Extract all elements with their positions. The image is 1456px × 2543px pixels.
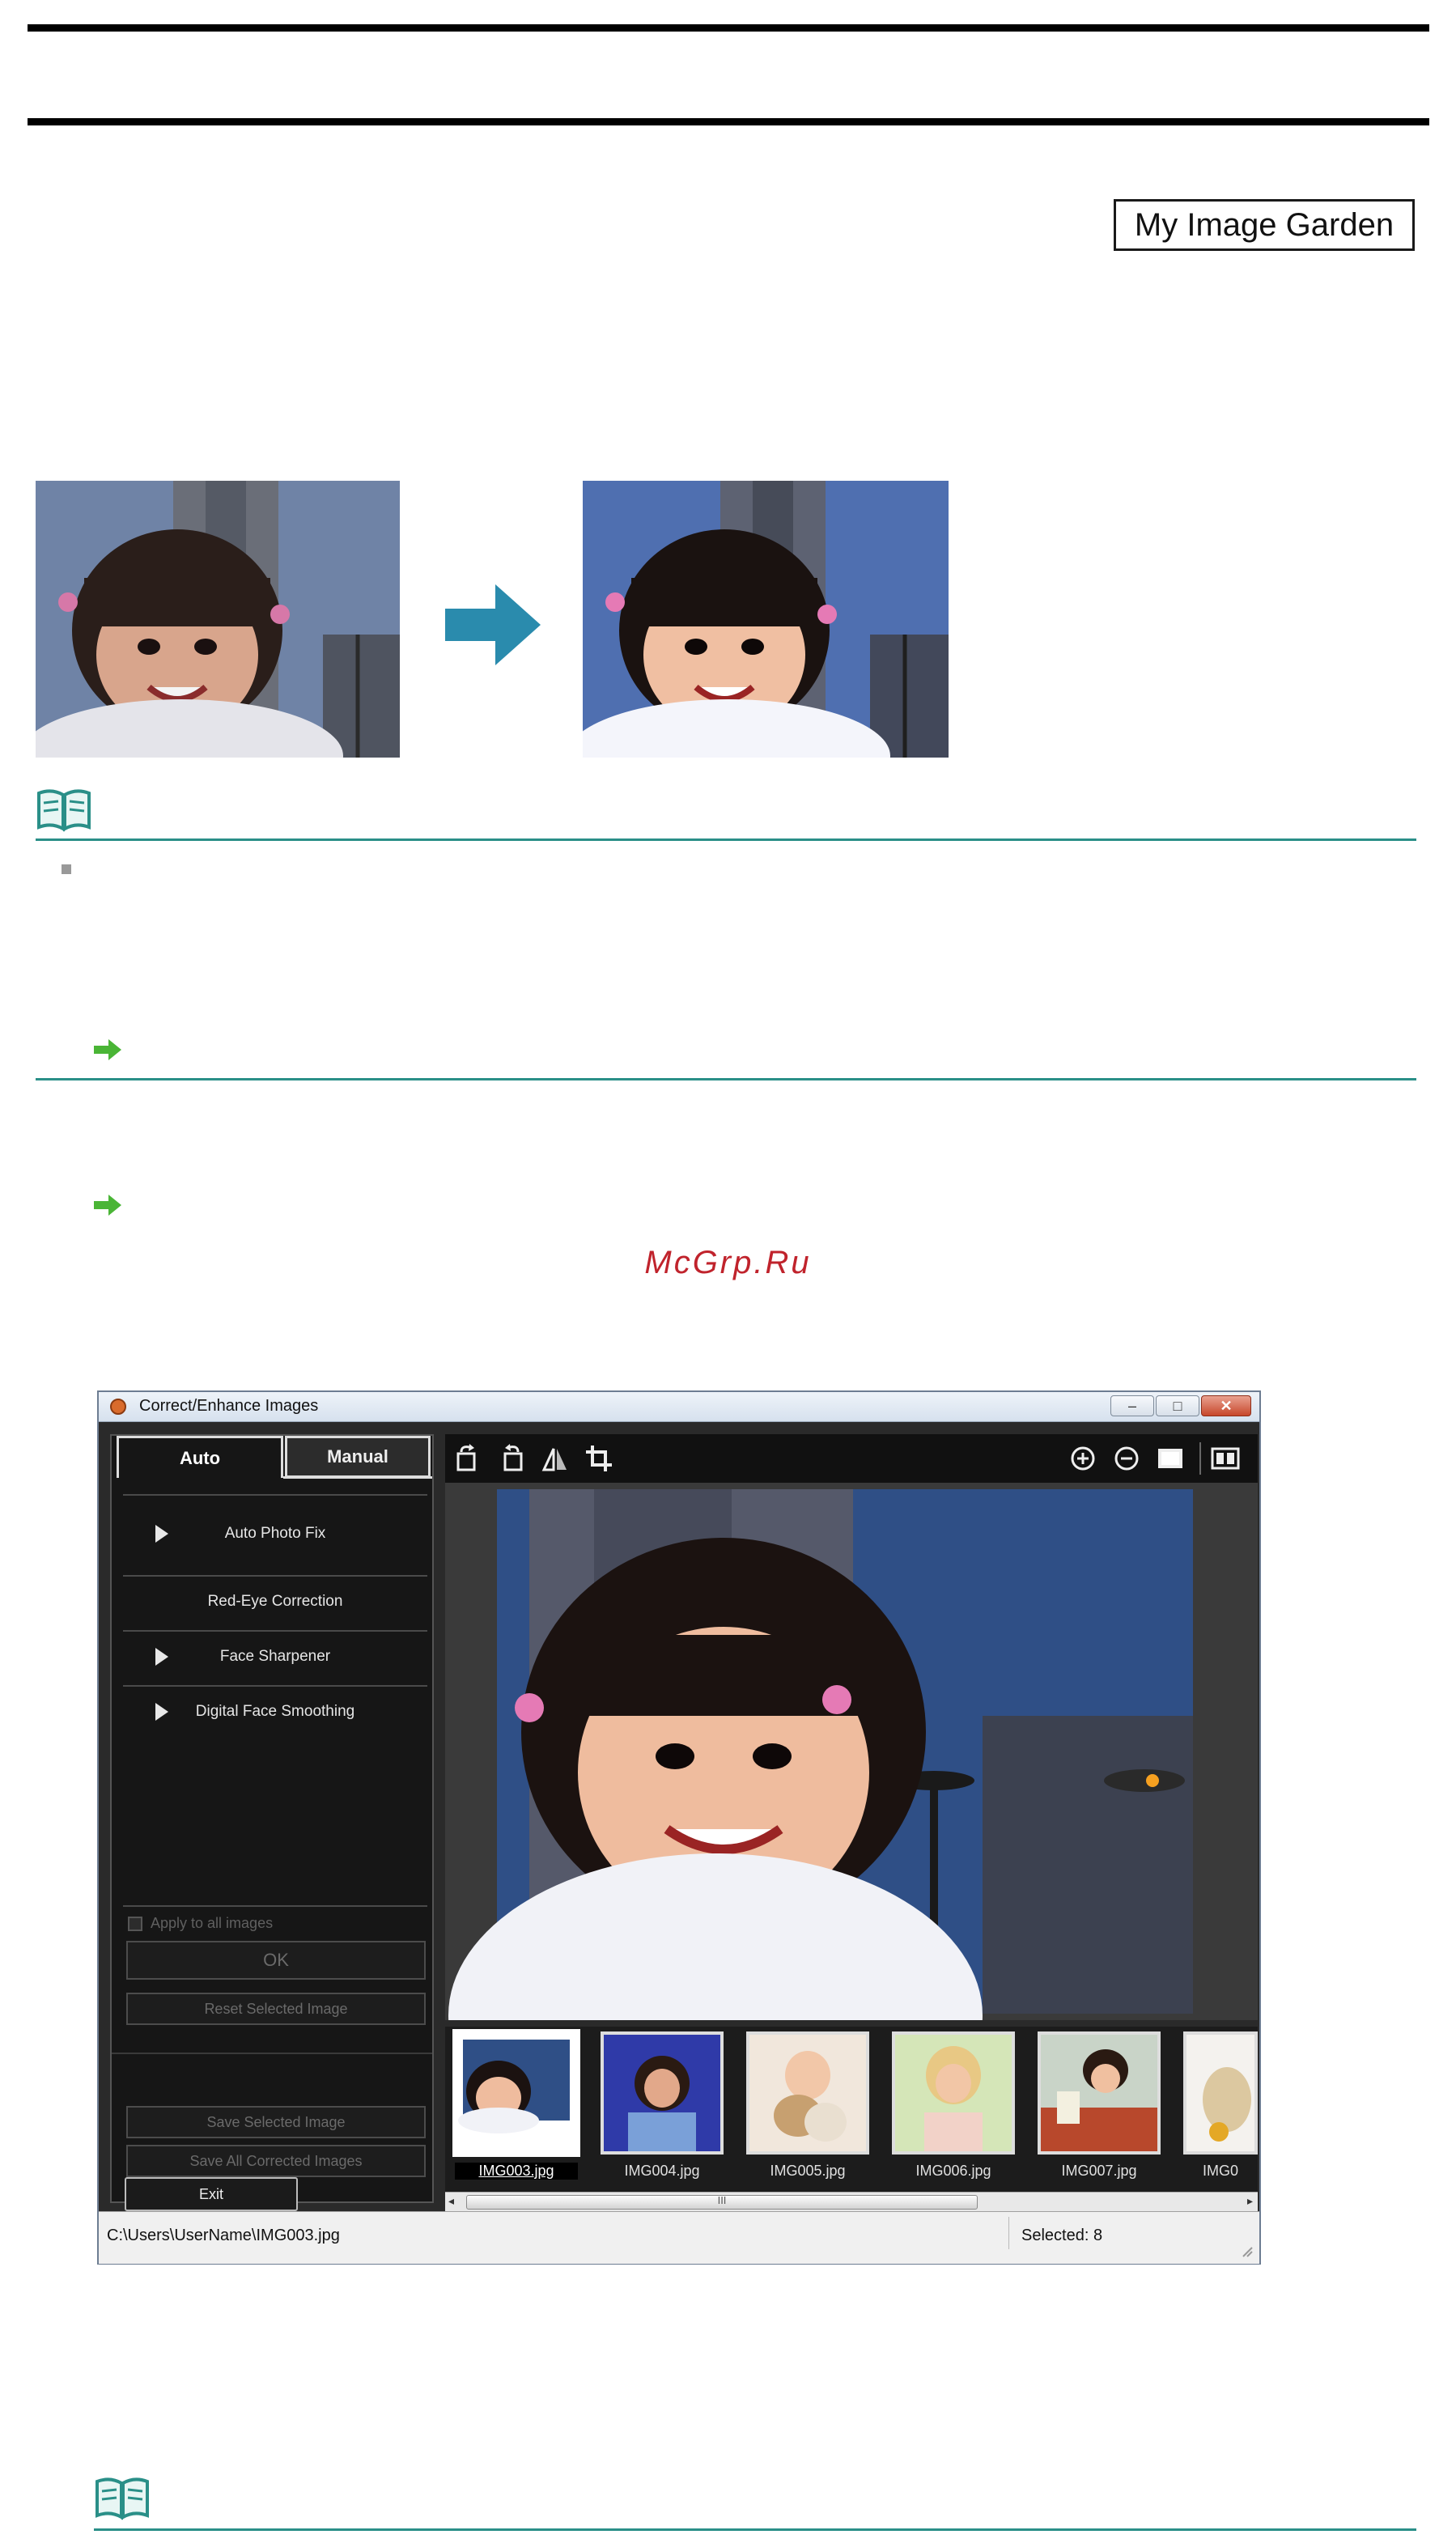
book-note-icon bbox=[94, 2475, 151, 2520]
digital-face-smoothing-item[interactable]: Digital Face Smoothing bbox=[123, 1687, 427, 1740]
thumbnail-label: IMG003.jpg bbox=[455, 2163, 578, 2180]
bullet-marker bbox=[62, 864, 71, 874]
right-arrow-icon bbox=[445, 584, 542, 665]
tab-auto[interactable]: Auto bbox=[117, 1436, 283, 1478]
save-selected-button[interactable]: Save Selected Image bbox=[126, 2106, 426, 2138]
thumbnail-label: IMG006.jpg bbox=[915, 2163, 991, 2179]
status-selected-count: Selected: 8 bbox=[1021, 2227, 1103, 2244]
top-rule bbox=[28, 24, 1429, 32]
note-top-rule bbox=[94, 2528, 1416, 2531]
scroll-left-arrow[interactable]: ◂ bbox=[448, 2194, 454, 2208]
face-sharpener-item[interactable]: Face Sharpener bbox=[123, 1632, 427, 1685]
thumbnail-scrollbar[interactable]: ◂ III ▸ bbox=[445, 2192, 1258, 2212]
rotate-left-icon[interactable] bbox=[453, 1444, 482, 1473]
resize-grip-icon[interactable] bbox=[1240, 2244, 1253, 2257]
flip-icon[interactable] bbox=[541, 1444, 570, 1473]
status-path: C:\Users\UserName\IMG003.jpg bbox=[107, 2227, 340, 2244]
apply-all-label: Apply to all images bbox=[151, 1915, 274, 1931]
header-rule bbox=[28, 118, 1429, 125]
ok-button[interactable]: OK bbox=[126, 1941, 426, 1980]
scroll-right-arrow[interactable]: ▸ bbox=[1247, 2194, 1253, 2208]
note-top-rule bbox=[36, 838, 1416, 841]
image-preview[interactable] bbox=[445, 1483, 1258, 2177]
thumbnail-img006[interactable] bbox=[892, 2031, 1015, 2155]
status-bar: C:\Users\UserName\IMG003.jpg Selected: 8 bbox=[99, 2211, 1259, 2264]
scrollbar-thumb[interactable]: III bbox=[466, 2194, 978, 2210]
correct-enhance-window: Correct/Enhance Images – □ ✕ Auto Manual… bbox=[97, 1390, 1261, 2265]
red-eye-correction-item[interactable]: Red-Eye Correction bbox=[123, 1577, 427, 1630]
reset-selected-button[interactable]: Reset Selected Image bbox=[126, 1993, 426, 2025]
toolbar-divider bbox=[1199, 1442, 1201, 1475]
auto-photo-fix-item[interactable]: Auto Photo Fix bbox=[123, 1496, 427, 1573]
exit-button[interactable]: Exit bbox=[125, 2177, 298, 2211]
book-note-icon bbox=[36, 787, 92, 832]
thumbnail-label: IMG005.jpg bbox=[770, 2163, 846, 2179]
zoom-out-icon[interactable] bbox=[1112, 1444, 1141, 1473]
crop-icon[interactable] bbox=[584, 1444, 613, 1473]
left-panel: Auto Manual Auto Photo Fix Red-Eye Corre… bbox=[110, 1434, 434, 2203]
after-photo bbox=[583, 481, 949, 758]
title-bar[interactable]: Correct/Enhance Images – □ ✕ bbox=[99, 1392, 1259, 1422]
compare-icon[interactable] bbox=[1211, 1444, 1240, 1473]
before-photo bbox=[36, 481, 400, 758]
thumbnail-img008[interactable] bbox=[1183, 2031, 1258, 2155]
watermark: McGrp.Ru bbox=[644, 1245, 812, 1280]
tab-manual[interactable]: Manual bbox=[285, 1436, 431, 1478]
thumbnail-img003[interactable] bbox=[452, 2029, 580, 2157]
thumbnail-label: IMG007.jpg bbox=[1061, 2163, 1137, 2179]
tab-underline bbox=[283, 1476, 432, 1479]
rotate-right-icon[interactable] bbox=[497, 1444, 526, 1473]
apply-all-checkbox[interactable] bbox=[128, 1917, 142, 1931]
image-toolbar bbox=[445, 1434, 1258, 1483]
thumbnail-strip: IMG003.jpg IMG004.jpg IMG005.jpg IMG006.… bbox=[445, 2027, 1258, 2198]
thumbnail-label: IMG004.jpg bbox=[624, 2163, 700, 2179]
app-icon bbox=[110, 1399, 126, 1415]
green-arrow-icon[interactable] bbox=[94, 1195, 123, 1216]
thumbnail-img004[interactable] bbox=[601, 2031, 724, 2155]
zoom-in-icon[interactable] bbox=[1068, 1444, 1097, 1473]
note-bottom-rule bbox=[36, 1078, 1416, 1080]
green-arrow-icon[interactable] bbox=[94, 1039, 123, 1060]
maximize-button[interactable]: □ bbox=[1156, 1395, 1199, 1416]
status-divider bbox=[1008, 2217, 1009, 2249]
thumbnail-label: IMG0 bbox=[1203, 2163, 1239, 2179]
close-button[interactable]: ✕ bbox=[1201, 1395, 1251, 1416]
product-badge: My Image Garden bbox=[1114, 199, 1415, 251]
save-all-button[interactable]: Save All Corrected Images bbox=[126, 2145, 426, 2177]
window-title: Correct/Enhance Images bbox=[139, 1397, 319, 1415]
full-view-icon[interactable] bbox=[1156, 1444, 1185, 1473]
thumbnail-img007[interactable] bbox=[1038, 2031, 1161, 2155]
menu-separator bbox=[123, 1905, 427, 1907]
thumbnail-img005[interactable] bbox=[746, 2031, 869, 2155]
minimize-button[interactable]: – bbox=[1110, 1395, 1154, 1416]
menu-separator bbox=[112, 2053, 432, 2054]
